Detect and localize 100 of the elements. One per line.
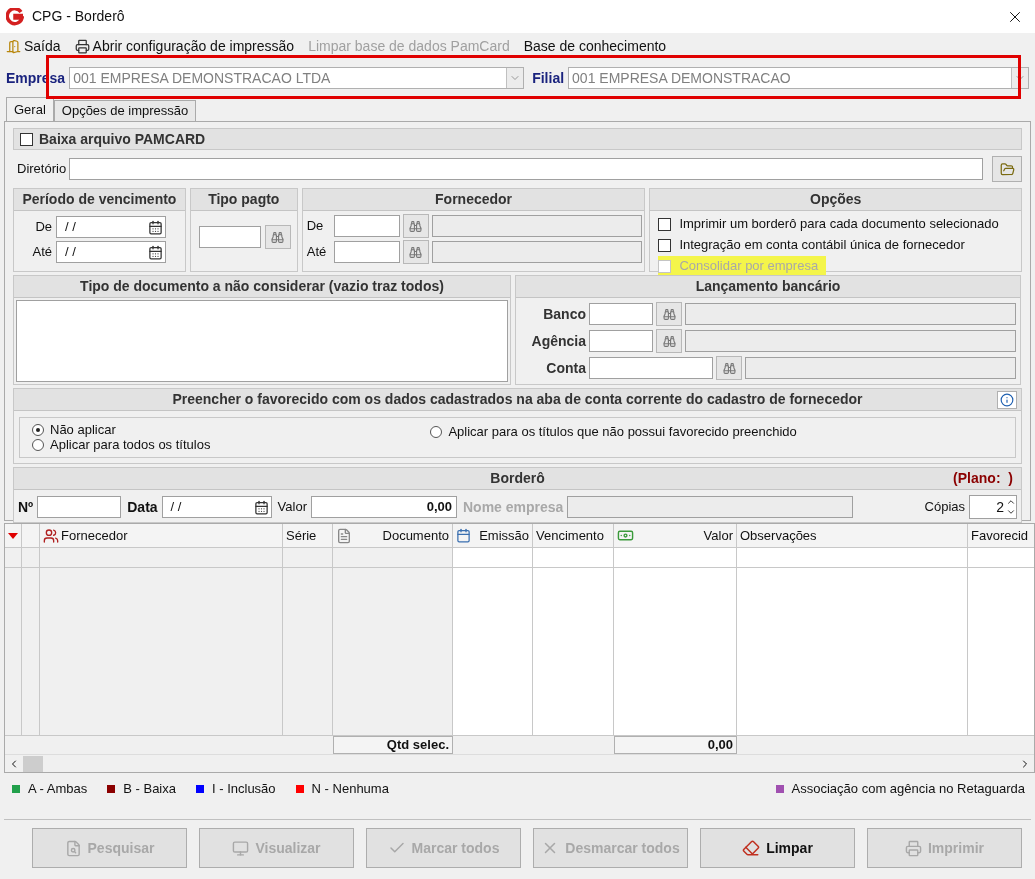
date-value: / / [65, 243, 76, 262]
column-header[interactable]: Vencimento [533, 524, 614, 548]
field-label: Valor [277, 498, 307, 517]
input-field[interactable] [745, 357, 1016, 379]
field-label: Filial [532, 68, 565, 88]
radio-button[interactable] [32, 424, 44, 436]
calendar-icon[interactable] [148, 219, 163, 235]
input-field[interactable] [589, 303, 653, 325]
legend-label: N - Nenhuma [311, 780, 389, 799]
binoculars-icon [271, 230, 285, 244]
column-header[interactable] [5, 524, 22, 548]
radio-label: Aplicar para todos os títulos [50, 437, 211, 455]
input-field[interactable] [333, 215, 400, 237]
radio-button[interactable] [32, 439, 44, 451]
company-dropdown[interactable]: 001 EMPRESA DEMONSTRACAO LTDA [69, 67, 525, 89]
date-value: / / [170, 498, 182, 517]
search-icon [64, 839, 82, 857]
input-field[interactable]: 0,00 [311, 496, 457, 518]
column-header[interactable]: Favorecid [968, 524, 1034, 548]
door-icon [6, 38, 21, 54]
checkbox[interactable] [20, 132, 33, 146]
tab[interactable]: Geral [6, 97, 54, 121]
search-button[interactable] [716, 356, 742, 380]
field-label: Até [306, 243, 328, 262]
column-header[interactable]: Observações [737, 524, 968, 548]
printer-icon [74, 38, 90, 54]
input-field[interactable] [685, 303, 1016, 325]
radio-button[interactable] [430, 425, 443, 438]
field-label: Diretório [16, 160, 67, 179]
checkbox-label: Imprimir um borderô para cada documento selecionado [679, 215, 999, 234]
checkbox-label: Consolidar por empresa [679, 257, 819, 276]
eraser-icon [742, 839, 761, 857]
date-field[interactable]: / / [56, 216, 166, 238]
column-header[interactable]: Fornecedor [40, 524, 283, 548]
input-field[interactable] [333, 241, 400, 263]
column-header[interactable]: Série [283, 524, 333, 548]
window-title: CPG - Borderô [32, 7, 125, 26]
section-title: Opções [810, 190, 862, 209]
folder-icon [999, 161, 1015, 177]
field-label: Conta [545, 358, 586, 378]
search-button[interactable] [656, 329, 682, 353]
checkbox[interactable] [658, 238, 672, 252]
input-field[interactable] [685, 330, 1016, 352]
input-field[interactable] [589, 330, 653, 352]
binoculars-icon [662, 334, 676, 348]
field-label: Agência [530, 331, 586, 351]
branch-dropdown[interactable]: 001 EMPRESA DEMONSTRACAO [568, 67, 1029, 89]
info-icon[interactable] [997, 390, 1017, 409]
calendar-icon[interactable] [148, 244, 163, 260]
section-title: Tipo de documento a não considerar (vazio traz todos) [80, 277, 444, 296]
search-button[interactable] [402, 240, 429, 264]
spin-field[interactable]: 2 [969, 495, 1017, 519]
plan-label: (Plano: ) [953, 469, 1013, 488]
date-field[interactable]: / / [161, 496, 272, 518]
field-label: Até [31, 243, 52, 262]
document-icon [336, 527, 352, 544]
search-button[interactable] [656, 302, 682, 326]
field-label: De [306, 217, 325, 236]
search-button[interactable] [264, 225, 291, 249]
legend-label: B - Baixa [123, 780, 176, 799]
field-label: Nº [18, 497, 34, 517]
search-button[interactable] [402, 214, 429, 238]
input-field[interactable] [431, 241, 643, 263]
field-label: Cópias [924, 498, 965, 517]
folder-button[interactable] [992, 156, 1022, 182]
menu-item[interactable]: Saída [6, 35, 61, 57]
people-icon [43, 527, 59, 544]
input-field[interactable] [567, 496, 854, 518]
binoculars-icon [722, 361, 736, 375]
total-value: 0,00 [614, 736, 737, 754]
total-label: Qtd selec. [333, 736, 453, 754]
checkbox[interactable] [658, 217, 672, 231]
menu-item[interactable]: Base de conhecimento [523, 35, 667, 57]
section-title: Lançamento bancário [695, 277, 841, 296]
column-header[interactable]: Valor [614, 524, 737, 548]
monitor-icon [232, 839, 250, 857]
document-type-list[interactable] [16, 300, 508, 382]
column-header[interactable]: Emissão [453, 524, 533, 548]
column-header[interactable]: Documento [333, 524, 453, 548]
checkbox-label: Integração em conta contábil única de fornecedor [679, 236, 965, 255]
menu-item[interactable]: Abrir configuração de impressão [74, 35, 295, 57]
input-field[interactable] [198, 226, 261, 248]
calendar-icon[interactable] [253, 499, 269, 515]
horizontal-scrollbar[interactable] [5, 754, 1034, 772]
scrollbar-thumb[interactable] [23, 755, 43, 772]
radio-label: Aplicar para os títulos que não possui favorecido preenchido [448, 422, 797, 441]
input-field[interactable] [431, 215, 643, 237]
section-title: Borderô [490, 469, 545, 488]
field-label: Banco [542, 304, 586, 324]
section-title: Período de vencimento [22, 190, 177, 209]
input-field[interactable] [69, 158, 983, 180]
action-button[interactable]: Limpar [700, 828, 855, 868]
section-title: Preencher o favorecido com os dados cadastrados na aba de conta corrente do cadastro de fornecedor [172, 390, 863, 409]
input-field[interactable] [37, 496, 122, 518]
checkbox-label: Baixa arquivo PAMCARD [39, 129, 206, 149]
field-label: Data [127, 497, 158, 517]
tab[interactable]: Opções de impressão [53, 100, 197, 121]
date-field[interactable]: / / [56, 241, 166, 263]
printer-icon [905, 839, 922, 857]
input-field[interactable] [589, 357, 713, 379]
